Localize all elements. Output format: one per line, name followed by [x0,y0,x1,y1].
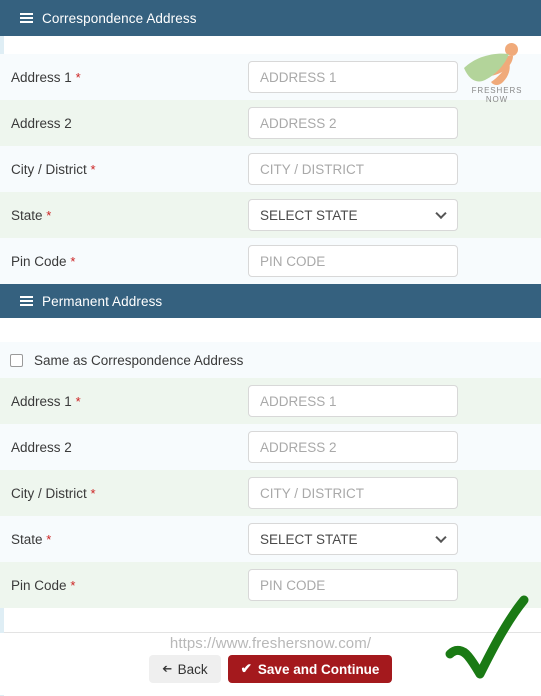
save-and-continue-button-label: Save and Continue [257,661,380,677]
section-header-permanent: Permanent Address [0,284,541,318]
label-state-correspondence: State * [11,207,52,223]
label-address1-correspondence: Address 1 * [11,69,81,85]
check-icon: ✔ [240,661,252,676]
form-row-city-permanent: City / District * [0,470,541,516]
freshers-now-logo-text: FRESHERS NOW [471,86,523,104]
field-address1-permanent-wrap [248,385,458,417]
form-row-pincode-permanent: Pin Code * [0,562,541,608]
form-row-address2-permanent: Address 2 [0,424,541,470]
section-top-spacer [0,36,541,54]
field-state-permanent-wrap: SELECT STATE [248,523,458,555]
field-city-correspondence-wrap [248,153,458,185]
section-title-permanent: Permanent Address [42,293,163,309]
chevron-down-icon [435,531,447,544]
select-state-correspondence-value: SELECT STATE [260,207,358,223]
save-and-continue-button[interactable]: ✔ Save and Continue [227,655,393,683]
site-watermark: https://www.freshersnow.com/ [169,635,372,652]
input-pincode-correspondence[interactable] [248,245,458,277]
form-row-address1-permanent: Address 1 * [0,378,541,424]
form-footer: https://www.freshersnow.com/ ➔ Back ✔ Sa… [0,633,541,695]
label-address2-permanent: Address 2 [11,439,72,455]
correspondence-address-card: Correspondence Address Address 1 * Addre… [0,0,541,288]
field-address2-permanent-wrap [248,431,458,463]
checkbox-same-as-correspondence-label: Same as Correspondence Address [34,352,244,368]
required-marker: * [46,531,52,547]
footer-button-bar: ➔ Back ✔ Save and Continue [148,655,393,683]
section-header-correspondence: Correspondence Address [0,0,541,36]
field-pincode-correspondence-wrap [248,245,458,277]
chevron-down-icon [435,207,447,220]
form-row-state-permanent: State * SELECT STATE [0,516,541,562]
required-marker: * [75,393,81,409]
label-pincode-permanent: Pin Code * [11,577,76,593]
required-marker: * [90,485,96,501]
label-address2-correspondence: Address 2 [11,115,72,131]
required-marker: * [46,207,52,223]
section-top-spacer-2 [0,318,541,342]
required-marker: * [90,161,96,177]
select-state-permanent-value: SELECT STATE [260,531,358,547]
form-row-address1-correspondence: Address 1 * [0,54,541,100]
required-marker: * [70,577,76,593]
back-button-label: Back [177,661,208,677]
form-row-address2-correspondence: Address 2 [0,100,541,146]
field-city-permanent-wrap [248,477,458,509]
label-city-correspondence: City / District * [11,161,96,177]
section-title-correspondence: Correspondence Address [42,10,197,26]
select-state-correspondence[interactable]: SELECT STATE [248,199,458,231]
form-row-state-correspondence: State * SELECT STATE [0,192,541,238]
input-address2-permanent[interactable] [248,431,458,463]
field-pincode-permanent-wrap [248,569,458,601]
field-address1-correspondence-wrap [248,61,458,93]
form-row-city-correspondence: City / District * [0,146,541,192]
correspondence-address-form-page: Correspondence Address Address 1 * Addre… [0,0,541,696]
checkbox-same-as-correspondence[interactable] [10,353,23,367]
input-city-permanent[interactable] [248,477,458,509]
label-state-permanent: State * [11,531,52,547]
hamburger-icon [20,13,33,23]
arrow-left-icon: ➔ [161,662,172,676]
freshers-now-logo: FRESHERS NOW [461,42,533,104]
permanent-address-card: Permanent Address Same as Correspondence… [0,284,541,696]
label-pincode-correspondence: Pin Code * [11,253,76,269]
input-city-correspondence[interactable] [248,153,458,185]
input-address1-correspondence[interactable] [248,61,458,93]
select-state-permanent[interactable]: SELECT STATE [248,523,458,555]
label-city-permanent: City / District * [11,485,96,501]
footer-spacer [0,608,541,632]
required-marker: * [75,69,81,85]
back-button[interactable]: ➔ Back [148,655,221,683]
input-pincode-permanent[interactable] [248,569,458,601]
form-row-pincode-correspondence: Pin Code * [0,238,541,284]
field-state-correspondence-wrap: SELECT STATE [248,199,458,231]
same-as-correspondence-row: Same as Correspondence Address [0,342,541,378]
field-address2-correspondence-wrap [248,107,458,139]
label-address1-permanent: Address 1 * [11,393,81,409]
required-marker: * [70,253,76,269]
hamburger-icon [20,296,33,306]
input-address1-permanent[interactable] [248,385,458,417]
input-address2-correspondence[interactable] [248,107,458,139]
